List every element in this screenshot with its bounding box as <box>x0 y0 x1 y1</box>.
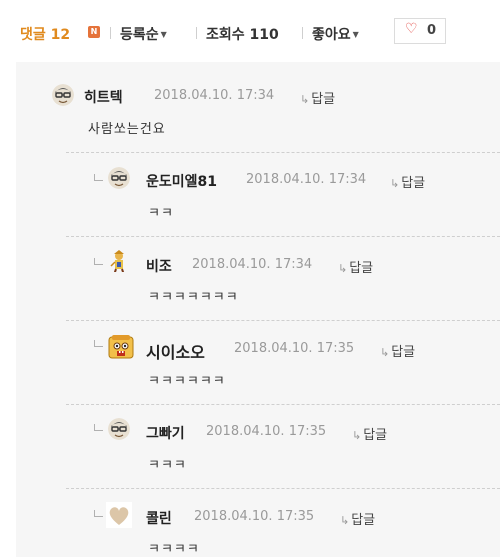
comment-text: ㅋㅋㅋ <box>148 458 187 473</box>
comment-toolbar: 댓글 12 N 등록순 ▼ 조회수 110 좋아요 ▼ ♡ 0 <box>0 0 500 62</box>
views-info: 조회수 110 <box>206 24 279 44</box>
comment-author[interactable]: 히트텍 <box>84 87 123 107</box>
comment-date: 2018.04.10. 17:35 <box>234 341 355 356</box>
divider <box>302 27 303 39</box>
comments-label-text: 댓글 <box>20 27 46 43</box>
like-count: 0 <box>427 23 437 38</box>
character-avatar-icon[interactable] <box>108 250 130 272</box>
comment-author[interactable]: 시이소오 <box>146 339 205 363</box>
comment-text: 사람쏘는건요 <box>88 122 166 137</box>
comments-label[interactable]: 댓글 12 <box>20 24 70 44</box>
reply-label: 답글 <box>391 345 416 360</box>
views-label: 조회수 <box>206 27 245 43</box>
caret-down-icon: ▼ <box>160 30 167 39</box>
comment-divider <box>66 152 500 153</box>
reply-indent-icon <box>94 174 103 181</box>
comment-date: 2018.04.10. 17:34 <box>154 88 275 103</box>
reply-indent-icon <box>94 510 103 517</box>
comment-section: 댓글 12 N 등록순 ▼ 조회수 110 좋아요 ▼ ♡ 0 히트텍 2018.0… <box>0 0 500 557</box>
like-button[interactable]: ♡ 0 <box>394 18 446 44</box>
heart-avatar-icon[interactable] <box>106 502 132 528</box>
reply-label: 답글 <box>349 261 374 276</box>
heart-outline-icon: ♡ <box>405 21 418 37</box>
comment-divider <box>66 320 500 321</box>
comment-author[interactable]: 콜린 <box>146 508 172 528</box>
reply-label: 답글 <box>401 176 426 191</box>
comment-divider <box>66 236 500 237</box>
reply-indent-icon <box>94 340 103 347</box>
comment-divider <box>66 488 500 489</box>
reply-arrow-icon: ↳ <box>352 429 362 442</box>
sort-dropdown[interactable]: 등록순 ▼ <box>120 24 167 44</box>
reply-arrow-icon: ↳ <box>338 262 348 275</box>
reply-button[interactable]: ↳ 답글 <box>380 341 415 360</box>
comment-text: ㅋㅋㅋㅋ <box>148 542 200 557</box>
reply-arrow-icon: ↳ <box>390 177 400 190</box>
reply-button[interactable]: ↳ 답글 <box>338 257 373 276</box>
reply-label: 답글 <box>351 513 376 528</box>
reply-arrow-icon: ↳ <box>300 93 310 106</box>
glasses-avatar-icon[interactable] <box>108 167 130 189</box>
reply-arrow-icon: ↳ <box>380 346 390 359</box>
glasses-avatar-icon[interactable] <box>108 418 130 440</box>
reply-button[interactable]: ↳ 답글 <box>352 424 387 443</box>
glasses-avatar-icon[interactable] <box>52 84 74 106</box>
reply-indent-icon <box>94 424 103 431</box>
box-face-avatar-icon[interactable] <box>108 334 134 360</box>
reply-button[interactable]: ↳ 답글 <box>340 509 375 528</box>
comment-date: 2018.04.10. 17:34 <box>246 172 367 187</box>
comment-author[interactable]: 비조 <box>146 256 172 276</box>
comments-count: 12 <box>50 27 71 43</box>
comment-date: 2018.04.10. 17:35 <box>194 509 315 524</box>
new-badge: N <box>88 26 100 38</box>
sort-label: 등록순 <box>120 27 159 43</box>
views-count: 110 <box>249 27 279 43</box>
comment-author[interactable]: 그빠기 <box>146 423 185 443</box>
comment-author[interactable]: 운도미엘81 <box>146 171 217 191</box>
divider <box>196 27 197 39</box>
likes-dropdown[interactable]: 좋아요 ▼ <box>312 24 359 44</box>
comment-divider <box>66 404 500 405</box>
likes-label: 좋아요 <box>312 27 351 43</box>
reply-indent-icon <box>94 258 103 265</box>
caret-down-icon: ▼ <box>352 30 359 39</box>
reply-button[interactable]: ↳ 답글 <box>300 88 335 107</box>
reply-label: 답글 <box>363 428 388 443</box>
comment-text: ㅋㅋㅋㅋㅋㅋ <box>148 374 226 389</box>
comment-text: ㅋㅋㅋㅋㅋㅋㅋ <box>148 290 239 305</box>
reply-arrow-icon: ↳ <box>340 514 350 527</box>
reply-button[interactable]: ↳ 답글 <box>390 172 425 191</box>
reply-label: 답글 <box>311 92 336 107</box>
divider <box>110 27 111 39</box>
comment-date: 2018.04.10. 17:34 <box>192 257 313 272</box>
comment-text: ㅋㅋ <box>148 206 174 221</box>
comment-date: 2018.04.10. 17:35 <box>206 424 327 439</box>
